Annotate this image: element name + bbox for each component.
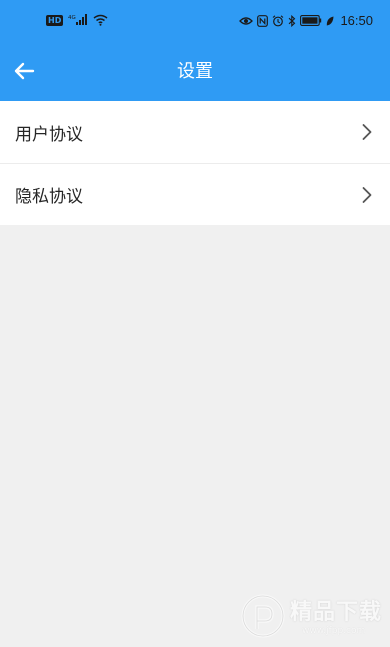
watermark-logo-icon xyxy=(240,593,286,643)
status-bar-right: 16:50 xyxy=(239,13,373,28)
signal-icon: 4G xyxy=(68,14,88,26)
privacy-policy-item[interactable]: 隐私协议 xyxy=(0,163,390,225)
status-bar: HD 4G 16:50 xyxy=(0,0,390,44)
page-title: 设置 xyxy=(177,61,213,82)
user-agreement-label: 用户协议 xyxy=(15,124,83,145)
chevron-right-icon xyxy=(362,186,372,204)
leaf-icon xyxy=(326,16,334,26)
header-bar: HD 4G 16:50 设置 xyxy=(0,0,390,101)
watermark-text: 精品下载 www.jfpp.com xyxy=(290,600,382,637)
nfc-icon xyxy=(257,14,269,27)
status-time: 16:50 xyxy=(340,13,373,28)
hd-badge: HD xyxy=(46,14,64,26)
eye-icon xyxy=(239,16,254,26)
privacy-policy-label: 隐私协议 xyxy=(15,187,83,207)
network-label: 4G xyxy=(68,15,76,21)
bluetooth-icon xyxy=(288,14,296,27)
user-agreement-item[interactable]: 用户协议 xyxy=(0,101,390,163)
nav-bar: 设置 xyxy=(0,44,390,101)
watermark: 精品下载 www.jfpp.com xyxy=(240,593,382,643)
wifi-icon xyxy=(93,14,108,26)
settings-menu-list: 用户协议 隐私协议 xyxy=(0,101,390,225)
watermark-title: 精品下载 xyxy=(289,599,382,625)
battery-icon xyxy=(300,15,322,26)
alarm-icon xyxy=(272,14,284,27)
watermark-url: www.jfpp.com xyxy=(301,625,366,636)
chevron-right-icon xyxy=(362,123,372,141)
status-bar-left: HD 4G xyxy=(46,14,108,26)
